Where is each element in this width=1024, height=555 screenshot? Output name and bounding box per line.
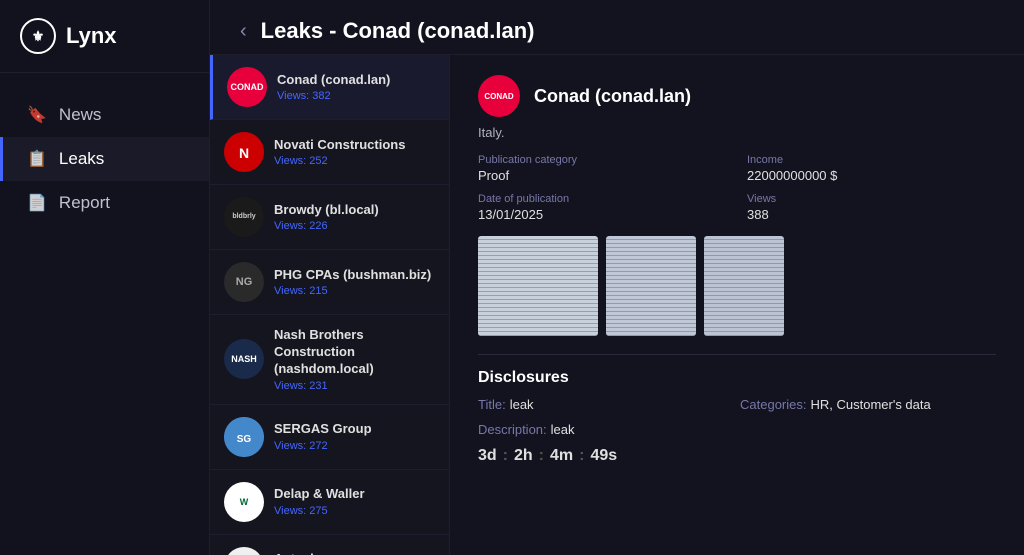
disclosure-description-value: leak [551, 422, 575, 437]
page-header: ‹ Leaks - Conad (conad.lan) [210, 0, 1024, 55]
detail-header: CONAD Conad (conad.lan) [478, 75, 996, 117]
leak-name-conad: Conad (conad.lan) [277, 72, 435, 89]
income-value: 22000000000 $ [747, 168, 996, 183]
leak-views-sergas: Views: 272 [274, 440, 435, 452]
leak-views-phg: Views: 215 [274, 285, 435, 297]
leak-logo-phg: NG [224, 262, 264, 302]
svg-text:N: N [239, 145, 249, 161]
leak-item-delap[interactable]: W Delap & Waller Views: 275 [210, 470, 449, 535]
meta-income: Income 22000000000 $ [747, 154, 996, 183]
timer-hours: 2h [514, 447, 533, 465]
income-label: Income [747, 154, 996, 166]
leak-logo-novati: N [224, 132, 264, 172]
report-icon: 📄 [27, 193, 47, 213]
leak-item-conad[interactable]: CONAD Conad (conad.lan) Views: 382 [210, 55, 449, 120]
detail-logo: CONAD [478, 75, 520, 117]
leak-list-panel: CONAD Conad (conad.lan) Views: 382 N Nov… [210, 55, 450, 555]
leak-logo-conad: CONAD [227, 67, 267, 107]
leak-logo-astaphans: A [224, 547, 264, 555]
sidebar-item-news[interactable]: 🔖 News [0, 93, 209, 137]
leak-views-conad: Views: 382 [277, 90, 435, 102]
detail-company-name: Conad (conad.lan) [534, 86, 691, 107]
doc-thumb-2[interactable] [606, 236, 696, 336]
news-icon: 🔖 [27, 105, 47, 125]
timer-seconds: 49s [590, 447, 617, 465]
pub-category-label: Publication category [478, 154, 727, 166]
app-name: Lynx [66, 23, 117, 49]
leaks-icon: 📋 [27, 149, 47, 169]
views-value: 388 [747, 207, 996, 222]
detail-panel: CONAD Conad (conad.lan) Italy. Publicati… [450, 55, 1024, 555]
svg-text:SG: SG [237, 434, 252, 445]
page-title: Leaks - Conad (conad.lan) [261, 18, 535, 44]
date-label: Date of publication [478, 193, 727, 205]
sidebar-item-news-label: News [59, 105, 102, 125]
leak-name-sergas: SERGAS Group [274, 421, 435, 438]
detail-meta: Publication category Proof Income 220000… [478, 154, 996, 222]
leak-logo-sergas: SG [224, 417, 264, 457]
leak-item-astaphans[interactable]: A Astaphans Views: 2547 [210, 535, 449, 555]
date-value: 13/01/2025 [478, 207, 727, 222]
leak-logo-nash: NASH [224, 339, 264, 379]
leak-name-browdy: Browdy (bl.local) [274, 202, 435, 219]
countdown-timer: 3d : 2h : 4m : 49s [478, 447, 996, 465]
leak-item-novati[interactable]: N Novati Constructions Views: 252 [210, 120, 449, 185]
disclosure-categories-row: Categories: HR, Customer's data [740, 397, 996, 412]
disclosure-categories-label: Categories: [740, 397, 806, 412]
doc-thumb-1[interactable] [478, 236, 598, 336]
back-button[interactable]: ‹ [240, 20, 247, 43]
leak-name-delap: Delap & Waller [274, 486, 435, 503]
timer-sep-3: : [579, 447, 584, 465]
app-logo: ⚜ Lynx [0, 0, 209, 73]
sidebar-item-report-label: Report [59, 193, 110, 213]
logo-icon: ⚜ [20, 18, 56, 54]
pub-category-value: Proof [478, 168, 727, 183]
sidebar-nav: 🔖 News 📋 Leaks 📄 Report [0, 73, 209, 245]
disclosure-description-row: Description: leak [478, 422, 996, 437]
disclosure-title-value: leak [510, 397, 534, 412]
timer-sep-2: : [539, 447, 544, 465]
leak-name-astaphans: Astaphans [274, 551, 435, 555]
leak-name-nash: Nash Brothers Construction (nashdom.loca… [274, 327, 435, 378]
disclosure-categories-value: HR, Customer's data [810, 397, 930, 412]
views-label: Views [747, 193, 996, 205]
meta-views: Views 388 [747, 193, 996, 222]
disclosures-section-title: Disclosures [478, 354, 996, 387]
doc-thumb-3[interactable] [704, 236, 784, 336]
leak-item-sergas[interactable]: SG SERGAS Group Views: 272 [210, 405, 449, 470]
leak-views-delap: Views: 275 [274, 505, 435, 517]
detail-description: Italy. [478, 125, 996, 140]
leak-logo-delap: W [224, 482, 264, 522]
leak-views-nash: Views: 231 [274, 380, 435, 392]
timer-minutes: 4m [550, 447, 573, 465]
leak-logo-browdy: bldbrly [224, 197, 264, 237]
leak-views-novati: Views: 252 [274, 155, 435, 167]
sidebar-item-leaks-label: Leaks [59, 149, 104, 169]
leak-name-novati: Novati Constructions [274, 137, 435, 154]
disclosure-description-label: Description: [478, 422, 547, 437]
leak-item-phg[interactable]: NG PHG CPAs (bushman.biz) Views: 215 [210, 250, 449, 315]
meta-pub-category: Publication category Proof [478, 154, 727, 183]
leak-name-phg: PHG CPAs (bushman.biz) [274, 267, 435, 284]
sidebar: ⚜ Lynx 🔖 News 📋 Leaks 📄 Report [0, 0, 210, 555]
content-area: CONAD Conad (conad.lan) Views: 382 N Nov… [210, 55, 1024, 555]
sidebar-item-leaks[interactable]: 📋 Leaks [0, 137, 209, 181]
leak-item-nash[interactable]: NASH Nash Brothers Construction (nashdom… [210, 315, 449, 405]
sidebar-item-report[interactable]: 📄 Report [0, 181, 209, 225]
disclosure-title-row: Title: leak [478, 397, 734, 412]
disclosures-grid: Title: leak Categories: HR, Customer's d… [478, 397, 996, 417]
meta-date: Date of publication 13/01/2025 [478, 193, 727, 222]
main-area: ‹ Leaks - Conad (conad.lan) CONAD Conad … [210, 0, 1024, 555]
document-thumbnails [478, 236, 996, 336]
leak-views-browdy: Views: 226 [274, 220, 435, 232]
leak-item-browdy[interactable]: bldbrly Browdy (bl.local) Views: 226 [210, 185, 449, 250]
timer-days: 3d [478, 447, 497, 465]
disclosure-title-label: Title: [478, 397, 506, 412]
timer-sep-1: : [503, 447, 508, 465]
